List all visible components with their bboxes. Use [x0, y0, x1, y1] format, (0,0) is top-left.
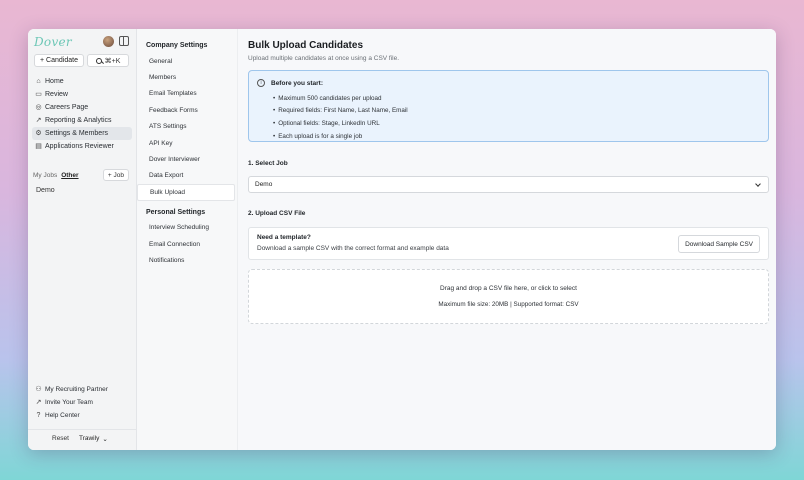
chevron-down-icon [755, 181, 761, 187]
sidebar-item-label: My Recruiting Partner [45, 386, 108, 393]
info-list: Maximum 500 candidates per upload Requir… [273, 92, 408, 143]
sidebar-item-applications-reviewer[interactable]: ▤ Applications Reviewer [32, 140, 132, 153]
company-name: Trawily [78, 435, 100, 442]
list-item: Each upload is for a single job [273, 130, 408, 143]
chart-icon: ↗ [35, 117, 42, 124]
settings-item-general[interactable]: General [137, 53, 236, 69]
sidebar-item-label: Applications Reviewer [45, 143, 114, 150]
add-candidate-button[interactable]: + Candidate [34, 54, 84, 67]
settings-nav: Company Settings General Members Email T… [137, 29, 238, 450]
step1-label: 1. Select Job [248, 160, 288, 167]
settings-item-data-export[interactable]: Data Export [137, 168, 236, 184]
settings-item-dover-interviewer[interactable]: Dover Interviewer [137, 151, 236, 167]
company-settings-title: Company Settings [146, 42, 208, 49]
app-window: Dover + Candidate ⌘+K ⌂ Home ▭ Review ◎ … [28, 29, 776, 450]
globe-icon: ◎ [35, 104, 42, 111]
sidebar-item-label: Help Center [45, 412, 80, 419]
main-nav: ⌂ Home ▭ Review ◎ Careers Page ↗ Reporti… [32, 75, 132, 153]
job-list-item[interactable]: Demo [36, 187, 55, 194]
sidebar-item-home[interactable]: ⌂ Home [32, 75, 132, 88]
settings-item-interview-scheduling[interactable]: Interview Scheduling [137, 220, 236, 236]
avatar[interactable] [103, 36, 114, 47]
reset-button[interactable]: Reset [52, 435, 69, 442]
company-switcher[interactable]: Trawily ⌄ [79, 435, 108, 443]
list-item: Optional fields: Stage, LinkedIn URL [273, 117, 408, 130]
dover-logo[interactable]: Dover [34, 35, 72, 49]
csv-drop-zone[interactable]: Drag and drop a CSV file here, or click … [248, 269, 769, 324]
settings-item-email-templates[interactable]: Email Templates [137, 86, 236, 102]
left-sidebar: Dover + Candidate ⌘+K ⌂ Home ▭ Review ◎ … [28, 29, 137, 450]
info-title: Before you start: [271, 80, 324, 87]
sidebar-item-review[interactable]: ▭ Review [32, 88, 132, 101]
page-subtitle: Upload multiple candidates at once using… [248, 55, 400, 62]
sidebar-item-help-center[interactable]: ? Help Center [32, 409, 132, 422]
tab-other[interactable]: Other [61, 172, 78, 179]
list-item: Required fields: First Name, Last Name, … [273, 105, 407, 118]
template-description: Download a sample CSV with the correct f… [257, 245, 449, 252]
settings-item-feedback-forms[interactable]: Feedback Forms [137, 102, 236, 118]
sidebar-item-invite-team[interactable]: ↗ Invite Your Team [32, 396, 132, 409]
add-candidate-label: + Candidate [40, 57, 78, 64]
search-shortcut: ⌘+K [104, 57, 121, 65]
settings-item-members[interactable]: Members [137, 69, 236, 85]
search-button[interactable]: ⌘+K [87, 54, 129, 67]
step2-label: 2. Upload CSV File [248, 210, 306, 217]
settings-item-ats-settings[interactable]: ATS Settings [137, 119, 236, 135]
sidebar-item-label: Reporting & Analytics [45, 117, 112, 124]
sidebar-footer: Reset Trawily ⌄ [28, 429, 136, 447]
sidebar-collapse-icon[interactable] [119, 36, 129, 46]
template-title: Need a template? [257, 234, 311, 241]
sidebar-item-label: Careers Page [45, 104, 89, 111]
sidebar-item-label: Invite Your Team [45, 399, 93, 406]
download-sample-button[interactable]: Download Sample CSV [678, 235, 760, 253]
sidebar-item-reporting[interactable]: ↗ Reporting & Analytics [32, 114, 132, 127]
drop-zone-secondary-text: Maximum file size: 20MB | Supported form… [438, 301, 579, 308]
sidebar-item-settings[interactable]: ⚙ Settings & Members [32, 127, 132, 140]
settings-item-notifications[interactable]: Notifications [137, 252, 236, 268]
home-icon: ⌂ [36, 78, 41, 85]
invite-icon: ↗ [35, 399, 42, 406]
list-item: Maximum 500 candidates per upload [273, 92, 408, 105]
personal-settings-title: Personal Settings [146, 208, 206, 216]
search-icon [95, 57, 102, 64]
reviewer-icon: ▤ [35, 143, 42, 150]
template-panel: Need a template? Download a sample CSV w… [248, 227, 769, 260]
info-callout: i Before you start: Maximum 500 candidat… [248, 70, 769, 142]
chevron-down-icon: ⌄ [102, 435, 108, 443]
drop-zone-primary-text: Drag and drop a CSV file here, or click … [440, 285, 577, 292]
tab-my-jobs[interactable]: My Jobs [33, 172, 57, 179]
sidebar-item-label: Home [45, 78, 64, 85]
sidebar-item-careers-page[interactable]: ◎ Careers Page [32, 101, 132, 114]
sidebar-item-recruiting-partner[interactable]: ⚇ My Recruiting Partner [32, 383, 132, 396]
help-icon: ? [36, 412, 41, 419]
add-job-button[interactable]: + Job [102, 169, 129, 181]
settings-item-email-connection[interactable]: Email Connection [137, 236, 236, 252]
main-content: Bulk Upload Candidates Upload multiple c… [238, 29, 776, 450]
sidebar-item-label: Review [45, 91, 68, 98]
sidebar-item-label: Settings & Members [45, 130, 109, 137]
bottom-nav: ⚇ My Recruiting Partner ↗ Invite Your Te… [32, 383, 132, 422]
gear-icon: ⚙ [35, 130, 42, 137]
review-icon: ▭ [35, 91, 42, 98]
settings-item-bulk-upload[interactable]: Bulk Upload [137, 184, 235, 201]
job-select[interactable]: Demo [248, 176, 769, 193]
page-title: Bulk Upload Candidates [248, 40, 364, 51]
info-icon: i [257, 79, 265, 87]
job-select-value: Demo [255, 181, 273, 188]
settings-item-api-key[interactable]: API Key [137, 135, 236, 151]
jobs-tabs: My Jobs Other + Job [33, 168, 129, 182]
partner-icon: ⚇ [35, 386, 42, 393]
